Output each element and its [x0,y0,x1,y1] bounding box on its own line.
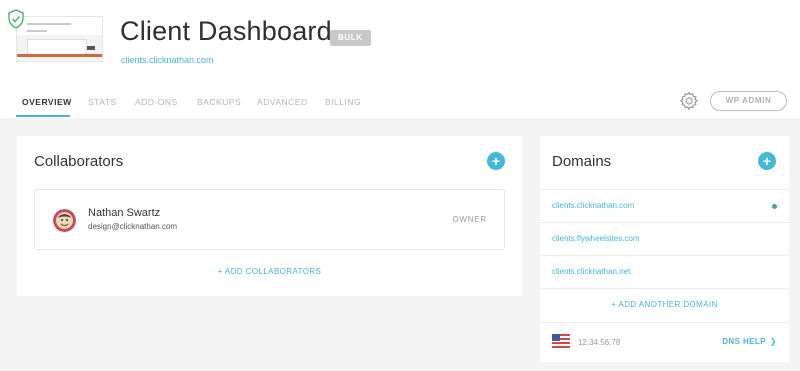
collaborator-role: OWNER [452,215,487,224]
tab-add-ons[interactable]: ADD-ONS [135,97,178,107]
domains-title: Domains [552,153,612,170]
site-thumbnail[interactable] [16,16,103,62]
gear-icon[interactable] [679,91,699,111]
tab-advanced[interactable]: ADVANCED [257,97,308,107]
dns-help-link[interactable]: DNS HELP ❯ [722,337,777,346]
us-flag-icon [552,334,570,348]
tab-backups[interactable]: BACKUPS [197,97,241,107]
bulk-badge: BULK [330,30,371,46]
collaborators-title: Collaborators [34,153,124,170]
domain-row[interactable]: clients.clicknathan.com [540,189,789,222]
domain-row[interactable]: clients.clicknathan.net [540,255,789,288]
tab-stats[interactable]: STATS [88,97,117,107]
collaborator-row[interactable]: Nathan Swartz design@clicknathan.com OWN… [34,189,505,250]
active-tab-indicator [16,115,70,117]
add-domain-plus-icon[interactable]: + [758,152,776,170]
add-collaborator-plus-icon[interactable]: + [487,152,505,170]
collaborators-card: Collaborators + Nathan Swartz design@cli… [17,136,522,296]
dns-help-label[interactable]: DNS HELP [722,337,766,346]
collaborator-email: design@clicknathan.com [88,222,178,231]
domain-row[interactable]: clients.flywheelsites.com [540,222,789,255]
domains-card: Domains + clients.clicknathan.com client… [540,136,789,362]
domain-name[interactable]: clients.flywheelsites.com [552,234,640,243]
wp-admin-button[interactable]: WP ADMIN [710,91,787,111]
avatar [53,209,76,232]
add-collaborators-link[interactable]: + ADD COLLABORATORS [17,267,522,276]
domain-name[interactable]: clients.clicknathan.net [552,267,630,276]
active-status-dot [772,204,777,209]
page-title: Client Dashboard [120,16,332,46]
ip-address: 12.34.56.78 [578,338,621,347]
dns-row: 12.34.56.78 DNS HELP ❯ [540,322,789,362]
collaborator-name: Nathan Swartz [88,207,161,219]
shield-check-icon [8,9,24,29]
site-url-link[interactable]: clients.clicknathan.com [121,55,214,65]
tab-overview[interactable]: OVERVIEW [22,97,72,107]
chevron-right-icon: ❯ [769,337,777,346]
domain-name[interactable]: clients.clicknathan.com [552,201,634,210]
add-another-domain-link[interactable]: + ADD ANOTHER DOMAIN [540,288,789,320]
site-header: Client Dashboard BULK clients.clicknatha… [0,0,800,118]
tab-billing[interactable]: BILLING [325,97,361,107]
